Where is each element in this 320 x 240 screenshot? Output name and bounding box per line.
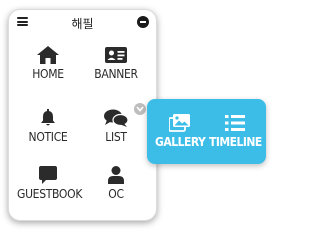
submenu-item-label: GALLERY <box>155 135 206 149</box>
menu-item-label: LIST <box>105 130 127 144</box>
screen: 해필 HOME BANNER NOTICE LIST GUESTBOOK OC … <box>0 0 279 227</box>
menu-item-oc[interactable]: OC <box>85 166 147 201</box>
menu-item-label: OC <box>108 187 124 201</box>
minus-circle-icon[interactable] <box>137 16 149 28</box>
submenu-item-timeline[interactable]: TIMELINE <box>209 114 262 149</box>
chat-bubbles-icon <box>104 109 128 127</box>
menu-panel: 해필 HOME BANNER NOTICE LIST GUESTBOOK OC <box>8 9 157 221</box>
home-icon <box>37 46 59 64</box>
menu-item-home[interactable]: HOME <box>17 46 79 81</box>
id-card-icon <box>105 47 127 63</box>
menu-item-label: NOTICE <box>28 130 68 144</box>
menu-item-guestbook[interactable]: GUESTBOOK <box>17 166 83 201</box>
bell-icon <box>41 109 55 126</box>
menu-item-banner[interactable]: BANNER <box>85 46 147 81</box>
chevron-down-icon <box>136 106 144 112</box>
expand-toggle[interactable] <box>134 103 146 115</box>
menu-item-label: HOME <box>32 67 64 81</box>
menu-item-label: GUESTBOOK <box>17 187 83 201</box>
menu-item-label: BANNER <box>94 67 138 81</box>
submenu-item-label: TIMELINE <box>209 135 262 149</box>
title-bar: 해필 <box>9 10 156 32</box>
menu-item-notice[interactable]: NOTICE <box>17 109 79 144</box>
user-icon <box>108 166 124 184</box>
list-icon <box>225 115 246 131</box>
submenu-popup: GALLERY TIMELINE <box>147 99 266 164</box>
submenu-item-gallery[interactable]: GALLERY <box>155 114 206 149</box>
images-icon <box>169 114 191 132</box>
panel-title: 해필 <box>71 17 94 31</box>
speech-bubble-icon <box>39 166 57 184</box>
